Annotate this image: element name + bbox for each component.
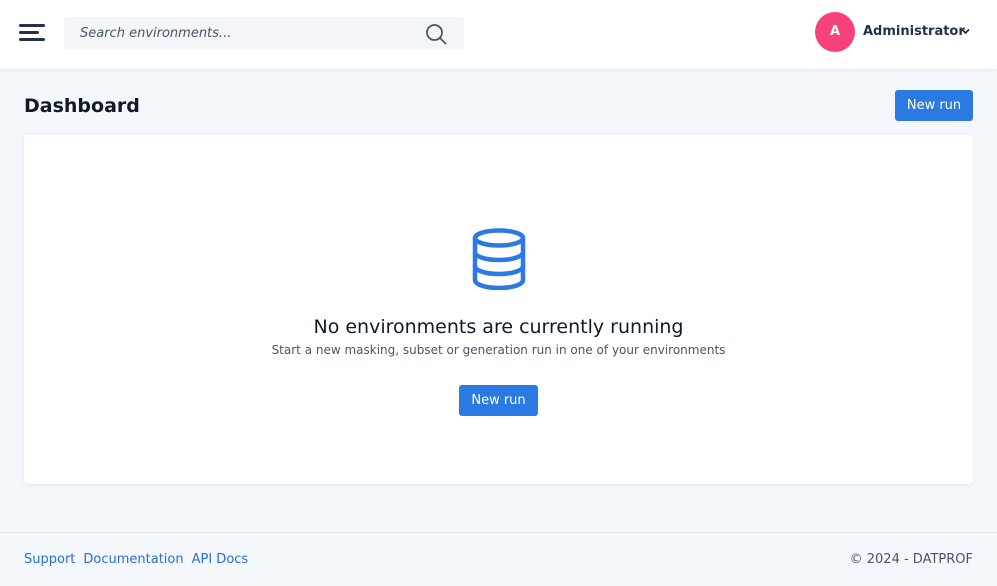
top-bar: A Administrator <box>0 0 997 69</box>
footer-link-support[interactable]: Support <box>24 552 75 567</box>
page-title: Dashboard <box>24 95 140 117</box>
user-name[interactable]: Administrator <box>863 24 965 39</box>
empty-state-card: No environments are currently running St… <box>24 135 973 484</box>
empty-state-title: No environments are currently running <box>313 316 684 338</box>
footer-links: Support Documentation API Docs <box>24 552 256 567</box>
footer: Support Documentation API Docs © 2024 - DA… <box>0 532 997 586</box>
empty-state-subtitle: Start a new masking, subset or generatio… <box>271 343 726 357</box>
chevron-down-icon[interactable] <box>960 26 971 37</box>
footer-link-api-docs[interactable]: API Docs <box>192 552 249 567</box>
database-icon <box>472 228 526 290</box>
footer-link-documentation[interactable]: Documentation <box>83 552 183 567</box>
search-input[interactable] <box>64 17 414 49</box>
hamburger-menu-icon[interactable] <box>19 23 45 43</box>
copyright: © 2024 - DATPROF <box>849 552 973 567</box>
search-icon[interactable] <box>425 23 447 45</box>
empty-state-new-run-button[interactable]: New run <box>459 385 538 416</box>
new-run-button[interactable]: New run <box>895 90 973 121</box>
avatar[interactable]: A <box>815 12 855 52</box>
search-box <box>64 17 464 49</box>
